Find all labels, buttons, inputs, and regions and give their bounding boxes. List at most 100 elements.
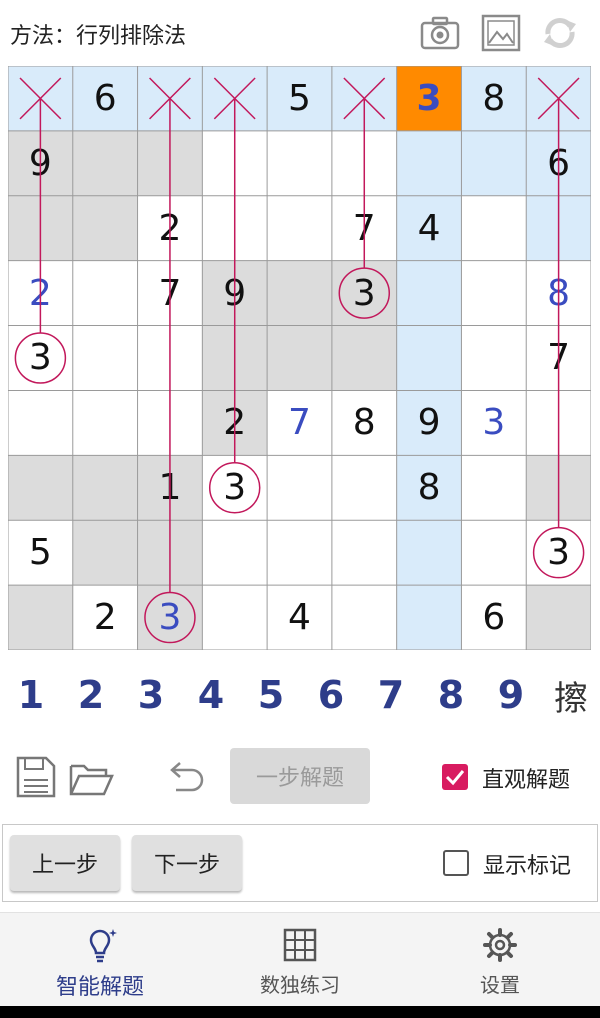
show-marks-checkbox[interactable] — [443, 850, 469, 876]
sudoku-cell[interactable] — [138, 390, 203, 455]
sudoku-cell[interactable] — [73, 326, 138, 391]
sudoku-cell[interactable] — [267, 196, 332, 261]
sudoku-cell[interactable] — [8, 455, 73, 521]
sudoku-cell[interactable]: 3 — [396, 66, 462, 131]
sudoku-cell[interactable] — [332, 585, 397, 650]
sudoku-cell[interactable]: 8 — [526, 261, 591, 326]
sudoku-cell[interactable] — [72, 130, 138, 196]
sudoku-cell[interactable] — [137, 130, 203, 196]
sudoku-cell[interactable]: 6 — [72, 66, 138, 131]
sudoku-cell[interactable]: 4 — [267, 585, 332, 650]
digit-key-2[interactable]: 2 — [63, 670, 119, 720]
sudoku-cell[interactable]: 4 — [396, 195, 462, 261]
sudoku-cell[interactable] — [526, 390, 591, 455]
sudoku-cell[interactable] — [332, 455, 397, 520]
sudoku-cell[interactable]: 2 — [8, 261, 73, 326]
step-solve-button[interactable]: 一步解题 — [230, 748, 370, 804]
open-folder-icon[interactable] — [68, 754, 114, 800]
sudoku-cell[interactable] — [202, 196, 267, 261]
target-cell[interactable]: 3 — [526, 520, 591, 585]
sudoku-cell[interactable] — [396, 260, 462, 326]
nav-sudoku-practice[interactable]: 数独练习 — [200, 913, 400, 1007]
sudoku-cell[interactable] — [137, 520, 203, 586]
sudoku-board[interactable]: 653896274279383727893138532346 — [8, 66, 591, 650]
sudoku-cell[interactable]: 8 — [396, 455, 462, 521]
eliminated-cell[interactable] — [8, 66, 73, 131]
sudoku-cell[interactable] — [332, 520, 397, 585]
sudoku-cell[interactable]: 9 — [8, 130, 73, 196]
sudoku-cell[interactable] — [202, 325, 268, 391]
target-cell[interactable]: 3 — [137, 585, 203, 650]
sudoku-cell[interactable]: 7 — [332, 196, 397, 261]
camera-icon[interactable] — [420, 14, 460, 52]
sudoku-cell[interactable] — [331, 325, 397, 391]
digit-key-9[interactable]: 9 — [483, 670, 539, 720]
prev-step-button[interactable]: 上一步 — [10, 835, 120, 891]
sudoku-cell[interactable]: 7 — [526, 326, 591, 391]
sudoku-cell[interactable] — [396, 520, 462, 586]
sudoku-cell[interactable] — [73, 261, 138, 326]
eliminated-cell[interactable] — [526, 66, 591, 131]
sudoku-cell[interactable] — [202, 131, 267, 196]
sudoku-cell[interactable] — [8, 195, 73, 261]
sudoku-cell[interactable] — [461, 196, 526, 261]
sudoku-cell[interactable] — [202, 520, 267, 585]
sudoku-cell[interactable]: 9 — [396, 390, 462, 456]
sudoku-cell[interactable] — [8, 390, 73, 455]
sudoku-cell[interactable]: 8 — [332, 390, 397, 455]
target-cell[interactable]: 3 — [202, 455, 267, 520]
sudoku-cell[interactable]: 8 — [461, 66, 527, 131]
undo-icon[interactable] — [162, 754, 208, 800]
sudoku-cell[interactable] — [526, 455, 591, 521]
sudoku-cell[interactable] — [8, 585, 73, 650]
sudoku-cell[interactable] — [396, 130, 462, 196]
sudoku-cell[interactable] — [202, 585, 267, 650]
next-step-button[interactable]: 下一步 — [132, 835, 242, 891]
sudoku-cell[interactable]: 9 — [202, 260, 268, 326]
digit-key-5[interactable]: 5 — [243, 670, 299, 720]
sudoku-cell[interactable]: 2 — [73, 585, 138, 650]
sudoku-cell[interactable] — [72, 520, 138, 586]
digit-key-6[interactable]: 6 — [303, 670, 359, 720]
sudoku-cell[interactable]: 1 — [137, 455, 203, 521]
digit-key-1[interactable]: 1 — [3, 670, 59, 720]
sudoku-cell[interactable] — [461, 130, 527, 196]
erase-key[interactable]: 擦 — [543, 670, 599, 720]
sudoku-cell[interactable] — [267, 520, 332, 585]
sudoku-cell[interactable]: 6 — [526, 130, 591, 196]
target-cell[interactable]: 3 — [331, 260, 397, 326]
intuitive-solve-checkbox[interactable] — [442, 764, 468, 790]
digit-key-3[interactable]: 3 — [123, 670, 179, 720]
sudoku-cell[interactable] — [396, 585, 462, 650]
sudoku-cell[interactable] — [332, 131, 397, 196]
save-icon[interactable] — [12, 754, 58, 800]
sudoku-cell[interactable] — [72, 195, 138, 261]
sudoku-cell[interactable] — [267, 260, 332, 326]
sudoku-cell[interactable]: 5 — [267, 66, 332, 131]
sudoku-cell[interactable] — [267, 455, 332, 520]
nav-settings[interactable]: 设置 — [400, 913, 600, 1007]
digit-key-8[interactable]: 8 — [423, 670, 479, 720]
sudoku-cell[interactable] — [138, 326, 203, 391]
sudoku-cell[interactable] — [267, 131, 332, 196]
gallery-icon[interactable] — [481, 14, 521, 52]
sudoku-cell[interactable] — [73, 390, 138, 455]
sudoku-cell[interactable]: 5 — [8, 520, 73, 585]
eliminated-cell[interactable] — [331, 66, 397, 131]
eliminated-cell[interactable] — [202, 66, 268, 131]
sudoku-cell[interactable] — [461, 261, 526, 326]
sudoku-cell[interactable] — [461, 455, 526, 520]
sudoku-cell[interactable] — [461, 326, 526, 391]
sudoku-cell[interactable]: 3 — [461, 390, 526, 455]
sudoku-cell[interactable]: 7 — [138, 261, 203, 326]
digit-key-4[interactable]: 4 — [183, 670, 239, 720]
eliminated-cell[interactable] — [137, 66, 203, 131]
sudoku-cell[interactable] — [526, 585, 591, 650]
sudoku-cell[interactable] — [267, 325, 332, 391]
refresh-icon[interactable] — [540, 14, 580, 52]
sudoku-cell[interactable]: 7 — [267, 390, 332, 455]
sudoku-cell[interactable] — [461, 520, 526, 585]
target-cell[interactable]: 3 — [8, 326, 73, 391]
sudoku-cell[interactable] — [526, 195, 591, 261]
sudoku-cell[interactable]: 2 — [138, 196, 203, 261]
